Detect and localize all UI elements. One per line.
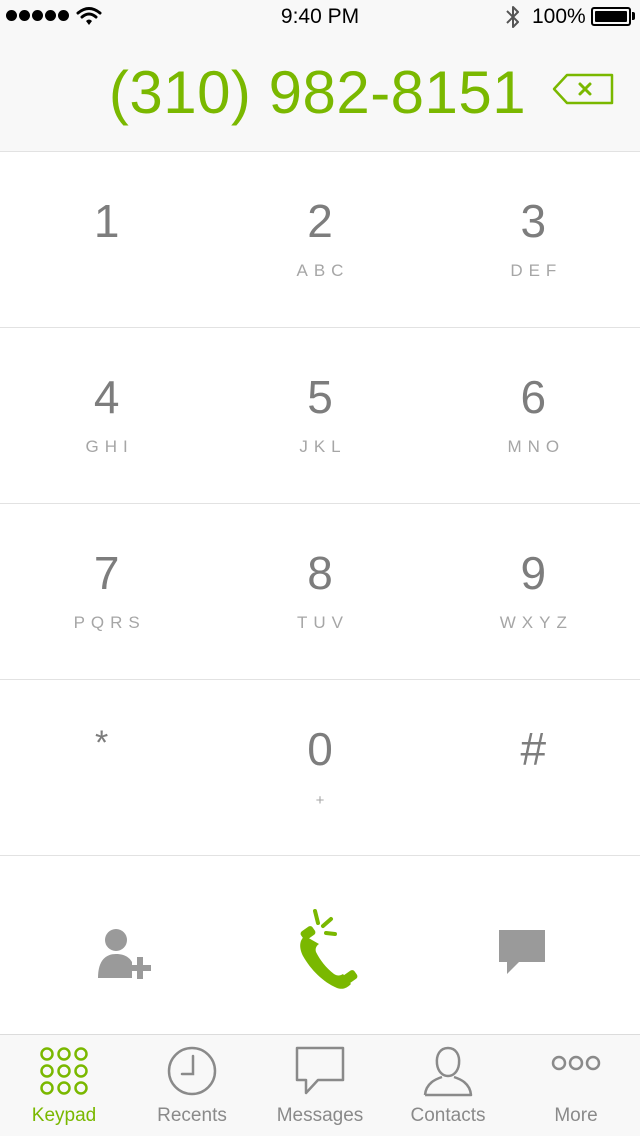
clock-icon	[167, 1046, 217, 1096]
keypad: 1 2 ABC 3 DEF 4 GHI 5 JKL 6 MNO 7 PQRS 8…	[0, 152, 640, 856]
action-row	[0, 856, 640, 1034]
keypad-icon	[40, 1047, 88, 1095]
key-digit: *	[95, 724, 109, 762]
key-digit: 3	[520, 195, 547, 247]
key-8[interactable]: 8 TUV	[213, 504, 426, 679]
key-digit: 2	[307, 195, 333, 247]
battery-percent: 100%	[532, 5, 586, 28]
battery-icon	[591, 7, 631, 26]
tab-recents[interactable]: Recents	[128, 1035, 256, 1136]
key-digit: #	[520, 723, 547, 775]
tab-keypad[interactable]: Keypad	[0, 1035, 128, 1136]
message-button[interactable]	[427, 856, 640, 1034]
dialed-number[interactable]: (310) 982-8151	[0, 58, 635, 127]
tab-label: Contacts	[410, 1105, 486, 1126]
tab-label: Recents	[157, 1105, 227, 1126]
tab-contacts[interactable]: Contacts	[384, 1035, 512, 1136]
message-icon	[498, 930, 545, 974]
key-star[interactable]: *	[0, 680, 213, 855]
key-letters: ABC	[296, 261, 350, 280]
tab-label: Messages	[276, 1105, 364, 1126]
tab-messages[interactable]: Messages	[256, 1035, 384, 1136]
keypad-row: 4 GHI 5 JKL 6 MNO	[0, 328, 640, 504]
speech-bubble-icon	[295, 1046, 345, 1095]
tab-bar: Keypad Recents Messages Contacts More	[0, 1034, 640, 1136]
key-9[interactable]: 9 WXYZ	[427, 504, 640, 679]
key-digit: 6	[520, 371, 547, 423]
key-4[interactable]: 4 GHI	[0, 328, 213, 503]
key-0[interactable]: 0 +	[213, 680, 426, 855]
key-digit: 5	[307, 371, 333, 423]
person-icon	[423, 1046, 473, 1097]
add-contact-button[interactable]	[0, 856, 213, 1034]
call-icon	[300, 909, 358, 989]
bluetooth-icon	[506, 6, 519, 28]
key-hash[interactable]: #	[427, 680, 640, 855]
key-letters: WXYZ	[499, 613, 573, 632]
key-letters: +	[315, 792, 325, 809]
tab-label: More	[554, 1105, 598, 1126]
tab-label: Keypad	[31, 1105, 97, 1126]
tab-more[interactable]: More	[512, 1035, 640, 1136]
key-letters: MNO	[507, 437, 566, 456]
keypad-row: * 0 + #	[0, 680, 640, 856]
more-dots-icon	[551, 1055, 601, 1071]
key-2[interactable]: 2 ABC	[213, 152, 426, 327]
key-letters: TUV	[296, 613, 349, 632]
status-bar: 9:40 PM 100%	[0, 0, 640, 34]
key-letters: JKL	[299, 437, 347, 456]
key-7[interactable]: 7 PQRS	[0, 504, 213, 679]
key-digit: 9	[520, 547, 547, 599]
add-contact-icon	[98, 929, 151, 979]
key-digit: 1	[93, 195, 120, 247]
number-display: (310) 982-8151	[0, 34, 640, 152]
keypad-row: 1 2 ABC 3 DEF	[0, 152, 640, 328]
key-digit: 0	[307, 723, 333, 775]
key-1[interactable]: 1	[0, 152, 213, 327]
key-3[interactable]: 3 DEF	[427, 152, 640, 327]
key-letters: PQRS	[73, 613, 146, 632]
key-5[interactable]: 5 JKL	[213, 328, 426, 503]
keypad-row: 7 PQRS 8 TUV 9 WXYZ	[0, 504, 640, 680]
key-6[interactable]: 6 MNO	[427, 328, 640, 503]
key-letters: GHI	[85, 437, 134, 456]
key-digit: 7	[93, 547, 120, 599]
key-letters: DEF	[510, 261, 563, 280]
backspace-icon[interactable]	[550, 72, 616, 106]
call-button[interactable]	[213, 856, 426, 1034]
key-digit: 4	[93, 371, 120, 423]
key-digit: 8	[307, 547, 333, 599]
